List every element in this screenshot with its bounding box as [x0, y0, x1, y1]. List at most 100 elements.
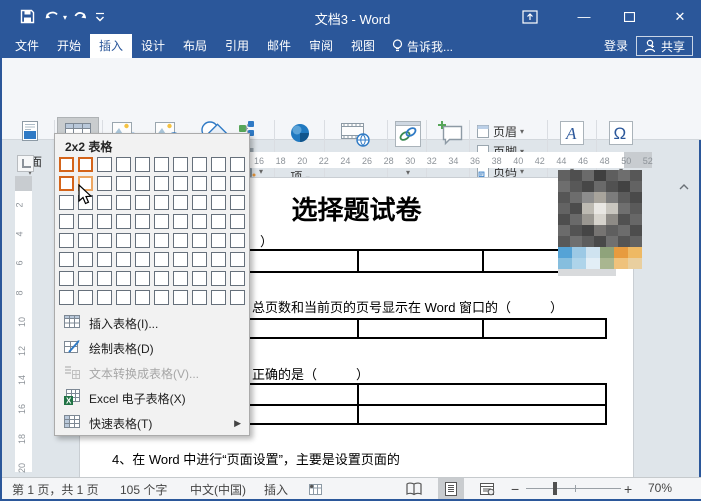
table-grid-cell-6x2[interactable] — [78, 252, 93, 267]
table-grid-cell-7x1[interactable] — [59, 271, 74, 286]
status-word-count[interactable]: 105 个字 — [120, 481, 167, 498]
table-grid-cell-6x5[interactable] — [135, 252, 150, 267]
table-grid-cell-4x6[interactable] — [154, 214, 169, 229]
table-grid-cell-5x5[interactable] — [135, 233, 150, 248]
table-grid-cell-8x10[interactable] — [230, 290, 245, 305]
table-grid-cell-3x6[interactable] — [154, 195, 169, 210]
read-mode-icon[interactable] — [406, 482, 422, 496]
doc-table-b-cell[interactable] — [359, 320, 484, 337]
table-grid-cell-7x9[interactable] — [211, 271, 226, 286]
doc-table-a-cell[interactable] — [359, 251, 484, 271]
menu-item-插入表格(I)...[interactable]: 插入表格(I)... — [55, 311, 249, 336]
table-grid-cell-8x4[interactable] — [116, 290, 131, 305]
table-size-grid[interactable] — [59, 157, 245, 305]
close-button[interactable]: ✕ — [660, 0, 700, 34]
table-grid-cell-1x4[interactable] — [116, 157, 131, 172]
print-layout-icon[interactable] — [443, 482, 459, 496]
tab-引用[interactable]: 引用 — [216, 34, 258, 58]
table-grid-cell-8x9[interactable] — [211, 290, 226, 305]
table-grid-cell-6x7[interactable] — [173, 252, 188, 267]
table-grid-cell-1x5[interactable] — [135, 157, 150, 172]
menu-item-绘制表格(D)[interactable]: 绘制表格(D) — [55, 336, 249, 361]
doc-table-b-cell[interactable] — [484, 320, 605, 337]
table-grid-cell-6x6[interactable] — [154, 252, 169, 267]
table-grid-cell-8x5[interactable] — [135, 290, 150, 305]
status-page-count[interactable]: 第 1 页，共 1 页 — [12, 481, 99, 498]
table-grid-cell-2x6[interactable] — [154, 176, 169, 191]
status-insert-mode[interactable]: 插入 — [264, 481, 288, 498]
table-grid-cell-5x6[interactable] — [154, 233, 169, 248]
table-grid-cell-1x9[interactable] — [211, 157, 226, 172]
tab-文件[interactable]: 文件 — [6, 34, 48, 58]
zoom-in-button[interactable]: + — [624, 481, 632, 497]
tab-插入[interactable]: 插入 — [90, 34, 132, 58]
table-grid-cell-8x1[interactable] — [59, 290, 74, 305]
table-grid-cell-4x10[interactable] — [230, 214, 245, 229]
table-grid-cell-3x5[interactable] — [135, 195, 150, 210]
table-grid-cell-4x2[interactable] — [78, 214, 93, 229]
zoom-level[interactable]: 70% — [648, 481, 672, 495]
table-grid-cell-8x3[interactable] — [97, 290, 112, 305]
minimize-button[interactable]: — — [564, 0, 604, 34]
table-grid-cell-1x7[interactable] — [173, 157, 188, 172]
table-grid-cell-5x2[interactable] — [78, 233, 93, 248]
table-grid-cell-2x8[interactable] — [192, 176, 207, 191]
table-grid-cell-5x3[interactable] — [97, 233, 112, 248]
login-button[interactable]: 登录 — [598, 34, 634, 58]
table-grid-cell-1x3[interactable] — [97, 157, 112, 172]
table-grid-cell-8x7[interactable] — [173, 290, 188, 305]
table-grid-cell-2x7[interactable] — [173, 176, 188, 191]
table-grid-cell-7x8[interactable] — [192, 271, 207, 286]
table-grid-cell-3x3[interactable] — [97, 195, 112, 210]
header-button[interactable]: 页眉▾ — [476, 122, 524, 141]
table-grid-cell-3x8[interactable] — [192, 195, 207, 210]
table-grid-cell-5x9[interactable] — [211, 233, 226, 248]
zoom-out-button[interactable]: − — [511, 481, 519, 497]
table-grid-cell-2x10[interactable] — [230, 176, 245, 191]
table-grid-cell-6x4[interactable] — [116, 252, 131, 267]
share-button[interactable]: 共享 — [636, 36, 693, 56]
table-grid-cell-1x1[interactable] — [59, 157, 74, 172]
table-grid-cell-3x4[interactable] — [116, 195, 131, 210]
table-grid-cell-1x2[interactable] — [78, 157, 93, 172]
table-grid-cell-6x3[interactable] — [97, 252, 112, 267]
table-grid-cell-1x6[interactable] — [154, 157, 169, 172]
zoom-slider-track[interactable] — [526, 488, 621, 489]
menu-item-Excel 电子表格(X)[interactable]: XExcel 电子表格(X) — [55, 386, 249, 411]
table-grid-cell-4x9[interactable] — [211, 214, 226, 229]
table-grid-cell-7x4[interactable] — [116, 271, 131, 286]
table-grid-cell-5x4[interactable] — [116, 233, 131, 248]
status-language[interactable]: 中文(中国) — [190, 481, 246, 498]
table-grid-cell-3x9[interactable] — [211, 195, 226, 210]
table-grid-cell-7x5[interactable] — [135, 271, 150, 286]
table-grid-cell-8x6[interactable] — [154, 290, 169, 305]
macro-record-icon[interactable] — [308, 482, 323, 496]
table-grid-cell-4x1[interactable] — [59, 214, 74, 229]
table-grid-cell-3x10[interactable] — [230, 195, 245, 210]
table-grid-cell-7x2[interactable] — [78, 271, 93, 286]
table-grid-cell-2x5[interactable] — [135, 176, 150, 191]
ribbon-display-options-icon[interactable] — [522, 10, 538, 24]
censored-image[interactable] — [558, 170, 642, 276]
table-grid-cell-6x10[interactable] — [230, 252, 245, 267]
tab-审阅[interactable]: 审阅 — [300, 34, 342, 58]
table-grid-cell-5x10[interactable] — [230, 233, 245, 248]
web-layout-icon[interactable] — [479, 482, 495, 496]
tab-设计[interactable]: 设计 — [132, 34, 174, 58]
table-grid-cell-5x8[interactable] — [192, 233, 207, 248]
tab-邮件[interactable]: 邮件 — [258, 34, 300, 58]
table-grid-cell-3x1[interactable] — [59, 195, 74, 210]
table-grid-cell-4x3[interactable] — [97, 214, 112, 229]
table-grid-cell-4x7[interactable] — [173, 214, 188, 229]
menu-item-快速表格(T)[interactable]: 快速表格(T)▶ — [55, 411, 249, 436]
table-grid-cell-6x8[interactable] — [192, 252, 207, 267]
table-grid-cell-1x10[interactable] — [230, 157, 245, 172]
table-grid-cell-4x4[interactable] — [116, 214, 131, 229]
table-grid-cell-5x7[interactable] — [173, 233, 188, 248]
table-grid-cell-4x5[interactable] — [135, 214, 150, 229]
tab-布局[interactable]: 布局 — [174, 34, 216, 58]
table-grid-cell-7x6[interactable] — [154, 271, 169, 286]
table-grid-cell-1x8[interactable] — [192, 157, 207, 172]
table-grid-cell-2x4[interactable] — [116, 176, 131, 191]
table-grid-cell-5x1[interactable] — [59, 233, 74, 248]
